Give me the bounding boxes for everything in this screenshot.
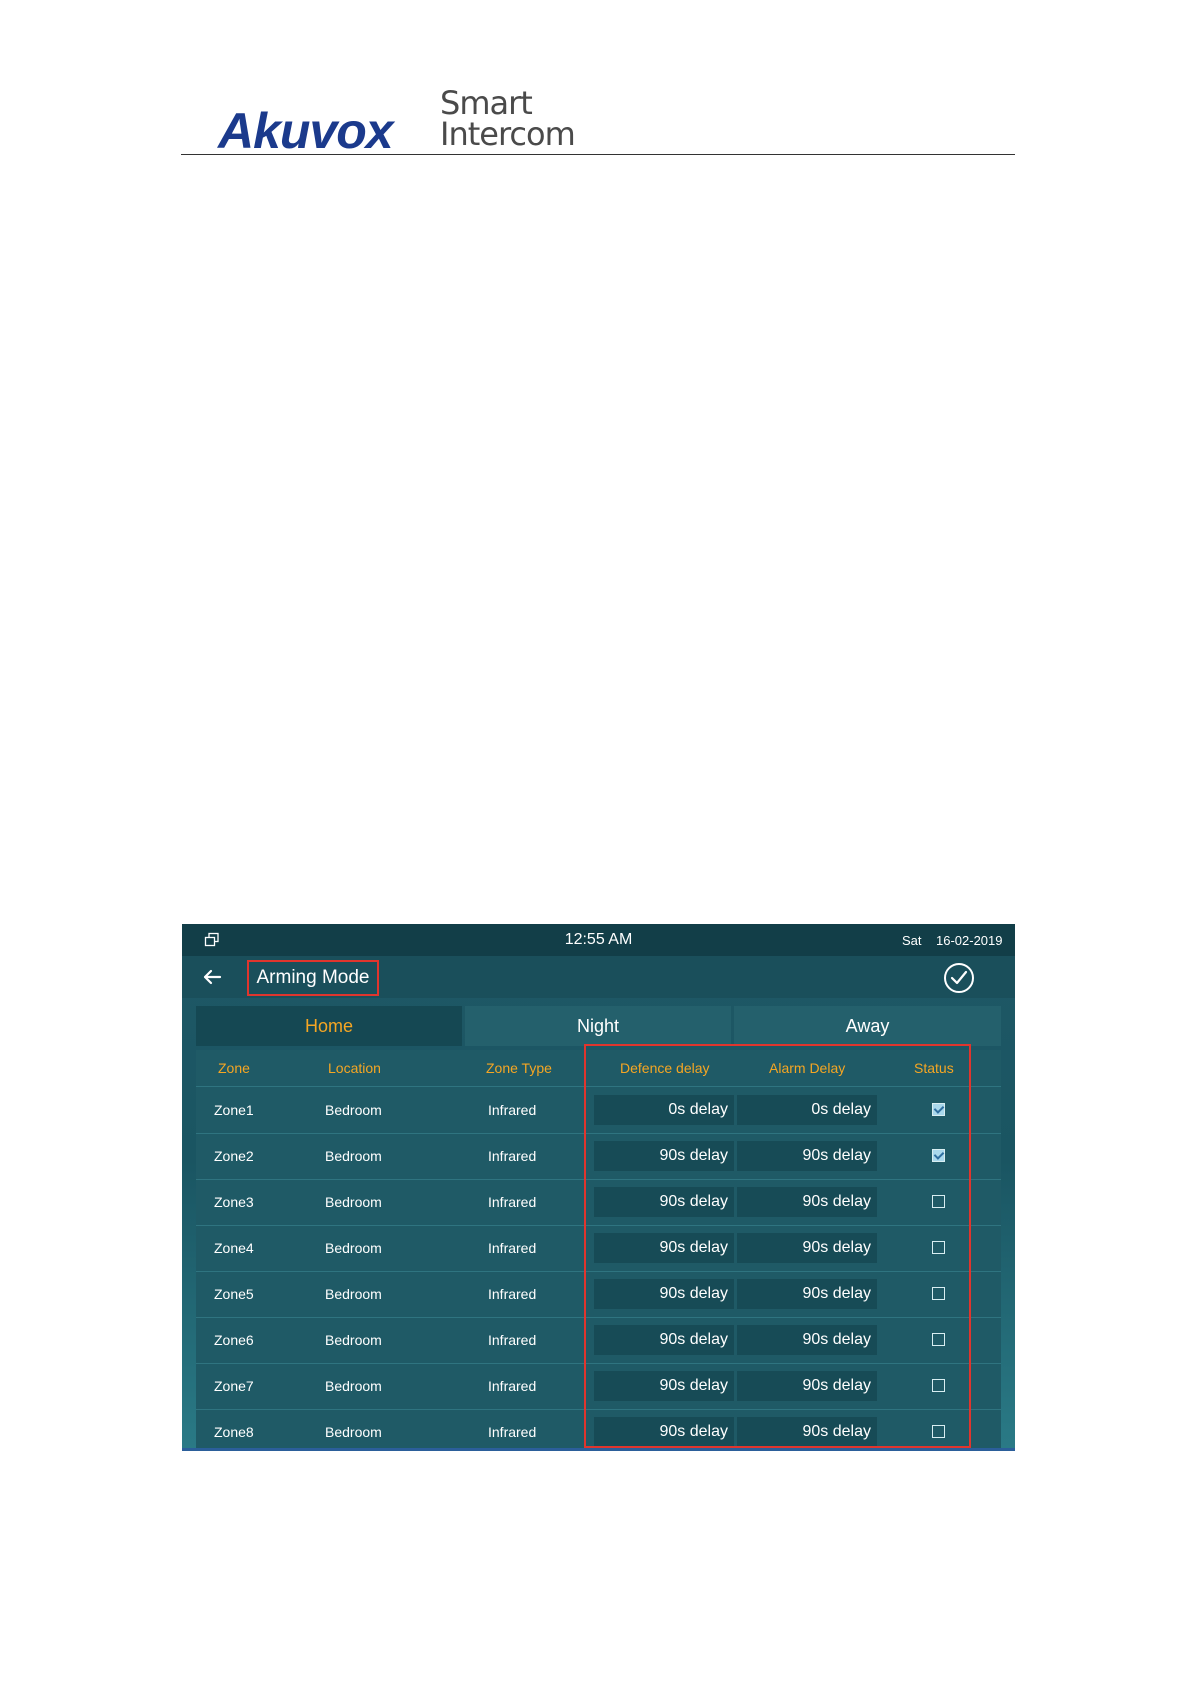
table-row: Zone4 Bedroom Infrared 90s delay 90s delay [196, 1225, 1001, 1272]
arrow-left-icon[interactable] [200, 965, 224, 989]
table-row: Zone3 Bedroom Infrared 90s delay 90s delay [196, 1179, 1001, 1226]
status-checkbox[interactable] [932, 1149, 945, 1162]
zone-name: Zone5 [214, 1286, 254, 1302]
table-header: Zone Location Zone Type Defence delay Al… [196, 1050, 1001, 1087]
alarm-delay-field[interactable]: 90s delay [737, 1187, 877, 1217]
zone-type: Infrared [488, 1332, 537, 1348]
screen-bottom-edge [182, 1448, 1015, 1451]
status-date: 16-02-2019 [936, 933, 1003, 948]
status-checkbox[interactable] [932, 1103, 945, 1116]
zone-name: Zone7 [214, 1378, 254, 1394]
column-header-defence-delay: Defence delay [620, 1060, 710, 1076]
alarm-delay-field[interactable]: 90s delay [737, 1325, 877, 1355]
zone-type: Infrared [488, 1194, 537, 1210]
zone-name: Zone3 [214, 1194, 254, 1210]
logo-tagline-line2: Intercom [440, 115, 576, 153]
logo-tagline: Smart Intercom [440, 87, 576, 153]
status-time: 12:55 AM [564, 931, 633, 948]
page-title-highlight: Arming Mode [247, 960, 379, 996]
defence-delay-field[interactable]: 90s delay [594, 1233, 734, 1263]
status-checkbox[interactable] [932, 1195, 945, 1208]
zone-location: Bedroom [325, 1286, 382, 1302]
defence-delay-field[interactable]: 90s delay [594, 1371, 734, 1401]
column-header-status: Status [914, 1060, 954, 1076]
zone-location: Bedroom [325, 1102, 382, 1118]
alarm-delay-field[interactable]: 90s delay [737, 1417, 877, 1447]
column-header-location: Location [328, 1060, 381, 1076]
zone-name: Zone8 [214, 1424, 254, 1440]
zone-location: Bedroom [325, 1378, 382, 1394]
defence-delay-field[interactable]: 90s delay [594, 1325, 734, 1355]
table-row: Zone6 Bedroom Infrared 90s delay 90s delay [196, 1317, 1001, 1364]
zone-type: Infrared [488, 1378, 537, 1394]
tab-home[interactable]: Home [196, 1006, 462, 1046]
table-row: Zone7 Bedroom Infrared 90s delay 90s delay [196, 1363, 1001, 1410]
status-checkbox[interactable] [932, 1287, 945, 1300]
zone-table: Zone Location Zone Type Defence delay Al… [196, 1050, 1001, 1450]
zone-name: Zone2 [214, 1148, 254, 1164]
mode-tabs: Home Night Away [196, 1006, 1001, 1046]
status-checkbox[interactable] [932, 1241, 945, 1254]
zone-type: Infrared [488, 1240, 537, 1256]
tab-night[interactable]: Night [465, 1006, 731, 1046]
column-header-zone-type: Zone Type [486, 1060, 552, 1076]
tab-away[interactable]: Away [734, 1006, 1001, 1046]
defence-delay-field[interactable]: 90s delay [594, 1279, 734, 1309]
defence-delay-field[interactable]: 90s delay [594, 1417, 734, 1447]
page-title: Arming Mode [256, 967, 370, 988]
check-circle-icon[interactable] [943, 962, 975, 994]
arming-mode-screen: 12:55 AM Sat 16-02-2019 Arming Mode Home… [182, 924, 1015, 1450]
app-bar: Arming Mode [182, 956, 1015, 998]
defence-delay-field[interactable]: 0s delay [594, 1095, 734, 1125]
zone-name: Zone6 [214, 1332, 254, 1348]
status-checkbox[interactable] [932, 1333, 945, 1346]
alarm-delay-field[interactable]: 90s delay [737, 1141, 877, 1171]
zone-name: Zone1 [214, 1102, 254, 1118]
defence-delay-field[interactable]: 90s delay [594, 1187, 734, 1217]
table-row: Zone5 Bedroom Infrared 90s delay 90s delay [196, 1271, 1001, 1318]
alarm-delay-field[interactable]: 90s delay [737, 1371, 877, 1401]
status-day: Sat [902, 933, 922, 948]
zone-location: Bedroom [325, 1240, 382, 1256]
zone-location: Bedroom [325, 1194, 382, 1210]
column-header-alarm-delay: Alarm Delay [769, 1060, 846, 1076]
table-row: Zone2 Bedroom Infrared 90s delay 90s delay [196, 1133, 1001, 1180]
table-row: Zone8 Bedroom Infrared 90s delay 90s delay [196, 1409, 1001, 1450]
zone-location: Bedroom [325, 1424, 382, 1440]
status-checkbox[interactable] [932, 1425, 945, 1438]
status-checkbox[interactable] [932, 1379, 945, 1392]
logo-brand-text: Akuvox [218, 103, 394, 159]
zone-location: Bedroom [325, 1148, 382, 1164]
table-row: Zone1 Bedroom Infrared 0s delay 0s delay [196, 1087, 1001, 1134]
zone-type: Infrared [488, 1102, 537, 1118]
alarm-delay-field[interactable]: 90s delay [737, 1279, 877, 1309]
status-bar: 12:55 AM Sat 16-02-2019 [182, 924, 1015, 956]
column-header-zone: Zone [218, 1060, 250, 1076]
zone-location: Bedroom [325, 1332, 382, 1348]
zone-name: Zone4 [214, 1240, 254, 1256]
zone-type: Infrared [488, 1148, 537, 1164]
defence-delay-field[interactable]: 90s delay [594, 1141, 734, 1171]
header-divider [181, 154, 1015, 155]
zone-type: Infrared [488, 1286, 537, 1302]
alarm-delay-field[interactable]: 0s delay [737, 1095, 877, 1125]
zone-type: Infrared [488, 1424, 537, 1440]
alarm-delay-field[interactable]: 90s delay [737, 1233, 877, 1263]
